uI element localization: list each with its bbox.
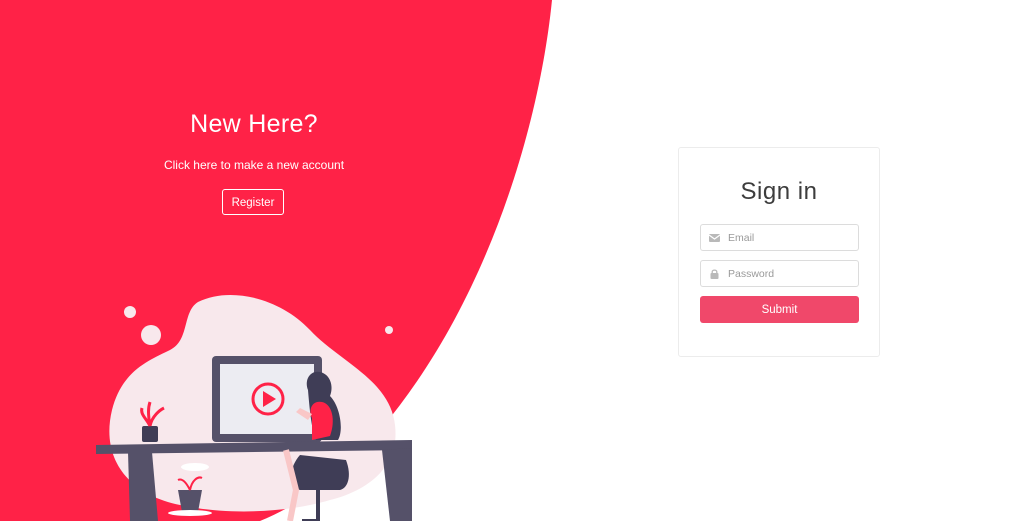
password-input[interactable]	[728, 261, 853, 286]
submit-button[interactable]: Submit	[700, 296, 859, 323]
person-at-computer-illustration	[96, 294, 412, 521]
promo-title: New Here?	[190, 110, 318, 138]
email-field[interactable]	[700, 224, 859, 251]
promo-subtitle: Click here to make a new account	[163, 158, 345, 172]
lock-icon	[710, 269, 719, 279]
signin-title: Sign in	[740, 178, 818, 205]
signin-card: Sign in Submit	[678, 147, 880, 357]
email-input[interactable]	[728, 225, 853, 250]
register-button[interactable]: Register	[222, 189, 284, 215]
password-field[interactable]	[700, 260, 859, 287]
envelope-icon	[709, 234, 720, 242]
